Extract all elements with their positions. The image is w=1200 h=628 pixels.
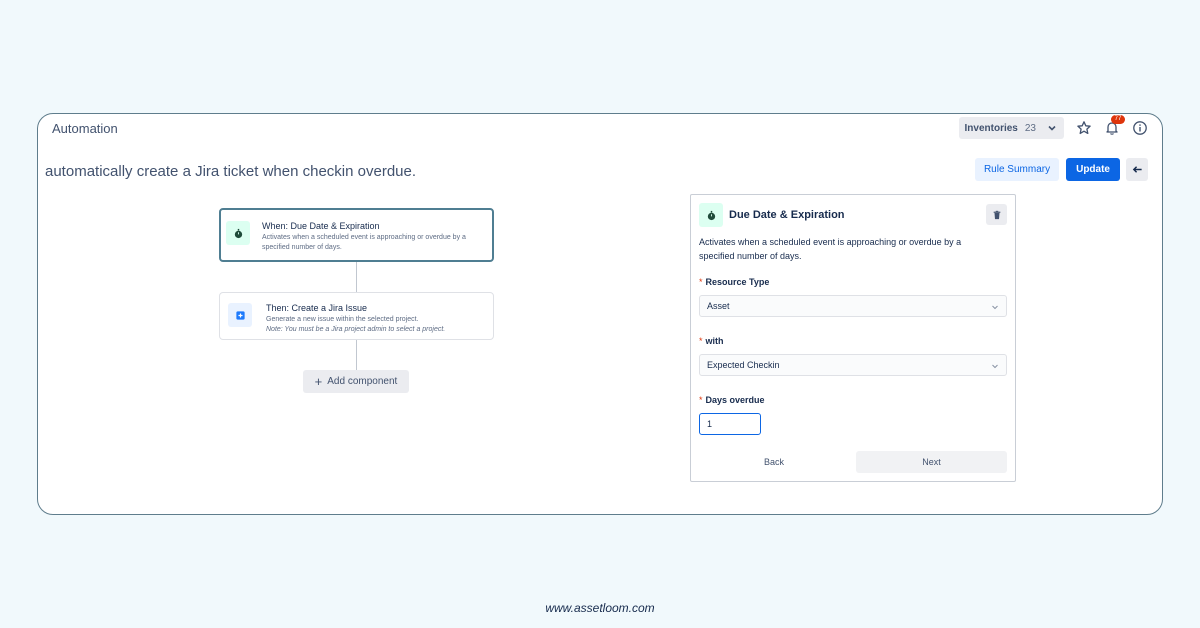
panel-icon-box bbox=[699, 203, 723, 227]
back-arrow-button[interactable] bbox=[1126, 158, 1148, 181]
plus-icon: + bbox=[314, 373, 323, 389]
action-note: Note: You must be a Jira project admin t… bbox=[266, 326, 446, 333]
action-title: Then: Create a Jira Issue bbox=[266, 303, 368, 313]
footer-url: www.assetloom.com bbox=[545, 601, 655, 615]
rule-title: automatically create a Jira ticket when … bbox=[45, 163, 417, 180]
star-icon[interactable] bbox=[1076, 120, 1092, 136]
info-icon[interactable] bbox=[1132, 120, 1148, 136]
action-description: Generate a new issue within the selected… bbox=[266, 316, 419, 323]
chevron-down-icon bbox=[992, 305, 998, 310]
panel-title: Due Date & Expiration bbox=[729, 209, 845, 221]
inventories-label: Inventories bbox=[964, 122, 1018, 134]
chevron-down-icon bbox=[992, 364, 998, 369]
delete-button[interactable] bbox=[986, 204, 1007, 225]
trigger-card[interactable]: When: Due Date & Expiration Activates wh… bbox=[219, 208, 494, 262]
chevron-down-icon bbox=[1048, 125, 1056, 131]
arrow-left-icon bbox=[1132, 166, 1142, 173]
with-label: * with bbox=[699, 336, 724, 346]
required-asterisk: * bbox=[699, 336, 703, 346]
trash-icon bbox=[993, 210, 1000, 219]
days-overdue-input[interactable] bbox=[699, 413, 761, 435]
config-panel: Due Date & Expiration Activates when a s… bbox=[690, 194, 1016, 482]
required-asterisk: * bbox=[699, 395, 703, 405]
required-asterisk: * bbox=[699, 277, 703, 287]
add-component-button[interactable]: + Add component bbox=[303, 370, 409, 393]
add-component-label: Add component bbox=[327, 376, 398, 387]
resource-type-select[interactable]: Asset bbox=[699, 295, 1007, 317]
bell-icon[interactable]: 77 bbox=[1104, 115, 1125, 136]
jira-issue-icon bbox=[235, 310, 245, 320]
trigger-icon-box bbox=[226, 221, 250, 245]
rule-actions: Rule Summary Update bbox=[974, 158, 1148, 181]
notification-badge: 77 bbox=[1111, 115, 1125, 124]
flow-connector bbox=[356, 262, 357, 292]
inventories-dropdown[interactable]: Inventories 23 bbox=[958, 117, 1064, 139]
stopwatch-icon bbox=[707, 210, 715, 220]
update-button[interactable]: Update bbox=[1066, 158, 1120, 181]
with-value: Expected Checkin bbox=[707, 360, 780, 370]
action-icon-box bbox=[228, 303, 252, 327]
app-window: Automation Inventories 23 77 automatical… bbox=[37, 113, 1163, 515]
trigger-description: Activates when a scheduled event is appr… bbox=[262, 234, 466, 251]
topbar-right: Inventories 23 77 bbox=[958, 115, 1148, 139]
resource-type-label: * Resource Type bbox=[699, 277, 770, 287]
panel-description: Activates when a scheduled event is appr… bbox=[699, 237, 962, 261]
trigger-title: When: Due Date & Expiration bbox=[262, 221, 380, 231]
rule-summary-button[interactable]: Rule Summary bbox=[974, 158, 1060, 181]
back-button[interactable]: Back bbox=[699, 451, 849, 473]
with-select[interactable]: Expected Checkin bbox=[699, 354, 1007, 376]
flow-connector bbox=[356, 340, 357, 370]
app-title: Automation bbox=[52, 121, 118, 136]
days-overdue-label: * Days overdue bbox=[699, 395, 765, 405]
stopwatch-icon bbox=[234, 228, 242, 238]
resource-type-value: Asset bbox=[707, 301, 730, 311]
next-button[interactable]: Next bbox=[856, 451, 1007, 473]
inventories-count: 23 bbox=[1024, 122, 1036, 134]
action-card[interactable]: Then: Create a Jira Issue Generate a new… bbox=[219, 292, 494, 340]
